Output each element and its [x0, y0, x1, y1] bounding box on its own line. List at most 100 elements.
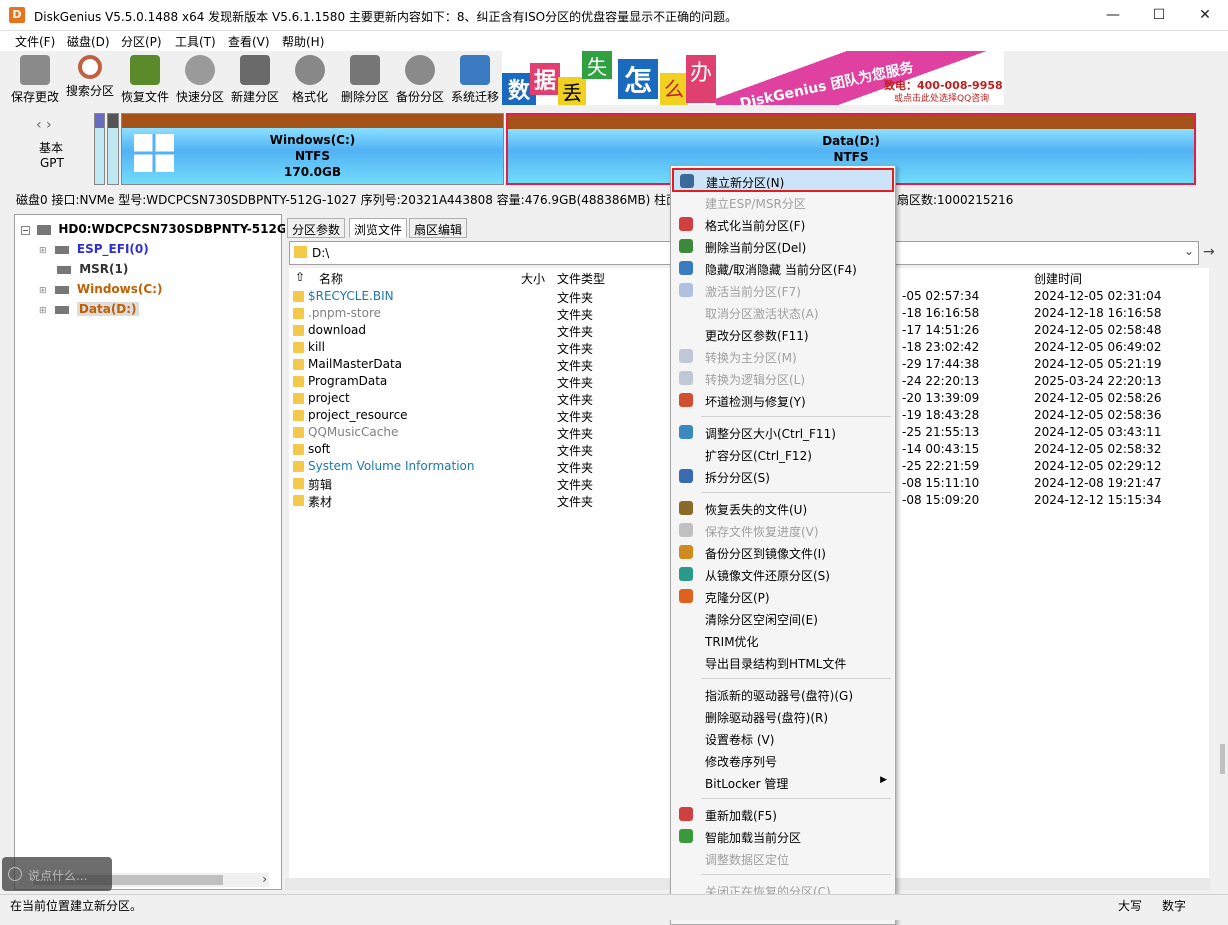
context-menu-item[interactable]: 恢复丢失的文件(U)	[673, 497, 893, 519]
file-type: 文件夹	[557, 359, 594, 373]
partition-icon	[54, 285, 69, 294]
partition-block-msr[interactable]	[107, 113, 119, 185]
context-menu-item[interactable]: 导出目录结构到HTML文件	[673, 651, 893, 673]
menu-view[interactable]: 查看(V)	[228, 33, 270, 50]
delete-partition-button[interactable]: 删除分区	[338, 53, 392, 105]
tab-browse-files[interactable]: 浏览文件	[349, 218, 408, 238]
column-created[interactable]: 创建时间	[1034, 270, 1082, 287]
save-icon	[20, 55, 50, 85]
recover-icon	[679, 501, 693, 515]
file-v-scrollbar[interactable]	[1220, 744, 1225, 774]
context-menu-item[interactable]: 智能加载当前分区	[673, 825, 893, 847]
partition-block-esp[interactable]	[94, 113, 105, 185]
column-name[interactable]: 名称	[319, 270, 343, 287]
menu-partition[interactable]: 分区(P)	[121, 33, 162, 50]
backup-partition-button[interactable]: 备份分区	[393, 53, 447, 105]
smart-load-icon	[679, 829, 693, 843]
save-icon	[679, 523, 693, 537]
search-partition-button[interactable]: 搜索分区	[63, 53, 117, 105]
context-menu-item[interactable]: 隐藏/取消隐藏 当前分区(F4)	[673, 257, 893, 279]
context-menu-item[interactable]: 删除当前分区(Del)	[673, 235, 893, 257]
file-name: System Volume Information	[308, 459, 475, 473]
maximize-button[interactable]: ☐	[1136, 0, 1182, 31]
folder-icon	[293, 308, 304, 319]
column-type[interactable]: 文件类型	[557, 270, 605, 287]
menu-tools[interactable]: 工具(T)	[175, 33, 216, 50]
menu-disk[interactable]: 磁盘(D)	[67, 33, 110, 50]
context-menu-item: 建立ESP/MSR分区	[673, 191, 893, 213]
tree-item-esp[interactable]: ⊞ ESP_EFI(0)	[39, 242, 149, 256]
context-menu-item[interactable]: 指派新的驱动器号(盘符)(G)	[673, 683, 893, 705]
expand-icon[interactable]: ⊞	[39, 286, 47, 296]
app-icon: D	[9, 7, 25, 23]
file-name: ProgramData	[308, 374, 388, 388]
file-created: 2024-12-05 02:58:32	[1034, 442, 1162, 456]
file-name: kill	[308, 340, 325, 354]
collapse-icon[interactable]: −	[21, 226, 30, 235]
context-menu-item[interactable]: 格式化当前分区(F)	[673, 213, 893, 235]
expand-icon[interactable]: ⊞	[39, 306, 47, 316]
context-menu-label: 智能加载当前分区	[705, 831, 802, 845]
support-banner[interactable]: 数 据 丢 失 怎 么 办 DiskGenius 团队为您服务 致电：400-0…	[502, 51, 1004, 105]
tree-item-windows[interactable]: ⊞ Windows(C:)	[39, 282, 162, 296]
file-modified: -17 14:51:26	[902, 323, 980, 337]
file-modified: -19 18:43:28	[902, 408, 980, 422]
file-type: 文件夹	[557, 410, 594, 424]
save-changes-button[interactable]: 保存更改	[8, 53, 62, 105]
tree-item-disk[interactable]: − HD0:WDCPCSN730SDBPNTY-512G-1(	[21, 222, 305, 236]
tree-item-msr[interactable]: MSR(1)	[53, 262, 128, 276]
context-menu-item[interactable]: 从镜像文件还原分区(S)	[673, 563, 893, 585]
recover-files-button[interactable]: 恢复文件	[118, 53, 172, 105]
tab-sector-edit[interactable]: 扇区编辑	[409, 218, 468, 238]
context-menu-item[interactable]: TRIM优化	[673, 629, 893, 651]
menu-help[interactable]: 帮助(H)	[282, 33, 324, 50]
context-menu-item[interactable]: 备份分区到镜像文件(I)	[673, 541, 893, 563]
file-created: 2024-12-05 03:43:11	[1034, 425, 1162, 439]
quick-partition-button[interactable]: 快速分区	[173, 53, 227, 105]
column-size[interactable]: 大小	[521, 270, 545, 287]
close-button[interactable]: ✕	[1182, 0, 1228, 31]
sort-up-icon[interactable]: ⇧	[295, 270, 305, 284]
file-created: 2024-12-08 19:21:47	[1034, 476, 1162, 490]
system-migrate-button[interactable]: 系统迁移	[448, 53, 502, 105]
tree-item-data[interactable]: ⊞ Data(D:)	[39, 302, 139, 316]
context-menu-item[interactable]: 坏道检测与修复(Y)	[673, 389, 893, 411]
context-menu-label: 扩容分区(Ctrl_F12)	[705, 449, 812, 463]
migrate-icon	[460, 55, 490, 85]
go-arrow-icon[interactable]: →	[1203, 244, 1215, 260]
context-menu-item[interactable]: 设置卷标 (V)	[673, 727, 893, 749]
context-menu-item[interactable]: 清除分区空闲空间(E)	[673, 607, 893, 629]
menu-file[interactable]: 文件(F)	[15, 33, 55, 50]
file-created: 2024-12-05 02:58:36	[1034, 408, 1162, 422]
context-menu-item[interactable]: 删除驱动器号(盘符)(R)	[673, 705, 893, 727]
file-name: $RECYCLE.BIN	[308, 289, 394, 303]
file-modified: -25 22:21:59	[902, 459, 980, 473]
context-menu-item[interactable]: 扩容分区(Ctrl_F12)	[673, 443, 893, 465]
chat-widget[interactable]: 说点什么...	[2, 857, 112, 891]
chevron-down-icon[interactable]: ⌄	[1184, 244, 1194, 258]
context-menu-item[interactable]: 更改分区参数(F11)	[673, 323, 893, 345]
context-menu-item[interactable]: 克隆分区(P)	[673, 585, 893, 607]
context-menu-item[interactable]: BitLocker 管理 ▶	[673, 771, 893, 793]
context-menu-item[interactable]: 调整分区大小(Ctrl_F11)	[673, 421, 893, 443]
format-button[interactable]: 格式化	[283, 53, 337, 105]
new-partition-button[interactable]: 新建分区	[228, 53, 282, 105]
file-type: 文件夹	[557, 393, 594, 407]
partition-block-windows[interactable]: Windows(C:) NTFS 170.0GB	[121, 113, 504, 185]
context-menu-item[interactable]: 重新加载(F5)	[673, 803, 893, 825]
context-menu-label: 指派新的驱动器号(盘符)(G)	[705, 689, 854, 703]
expand-icon[interactable]: ⊞	[39, 246, 47, 256]
file-created: 2024-12-18 16:16:58	[1034, 306, 1162, 320]
context-menu-item[interactable]: 拆分分区(S)	[673, 465, 893, 487]
context-menu-label: 转换为逻辑分区(L)	[705, 373, 806, 387]
context-menu-item[interactable]: 建立新分区(N)	[672, 168, 894, 192]
disk-nav-arrows[interactable]: ‹ ›	[36, 117, 52, 133]
context-menu-label: 调整分区大小(Ctrl_F11)	[705, 427, 836, 441]
menu-bar: 文件(F) 磁盘(D) 分区(P) 工具(T) 查看(V) 帮助(H)	[0, 31, 1228, 51]
context-menu-item[interactable]: 修改卷序列号	[673, 749, 893, 771]
tab-partition-params[interactable]: 分区参数	[287, 218, 346, 238]
file-type: 文件夹	[557, 325, 594, 339]
file-modified: -18 23:02:42	[902, 340, 980, 354]
minimize-button[interactable]: —	[1090, 0, 1136, 31]
scroll-right-icon[interactable]: ›	[262, 872, 267, 886]
